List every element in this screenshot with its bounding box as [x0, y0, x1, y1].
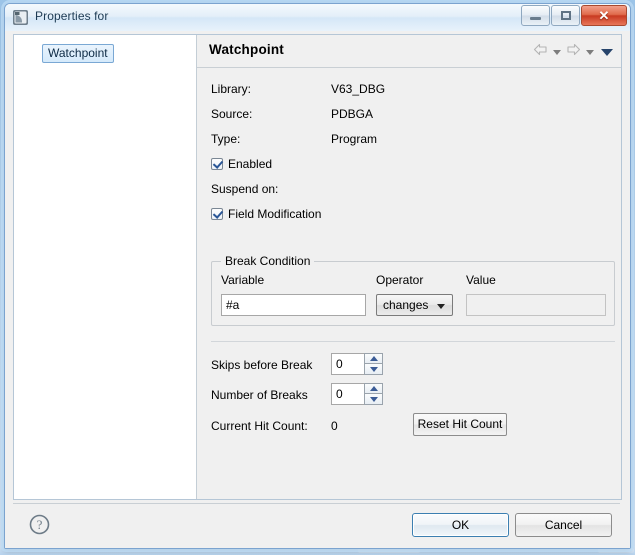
- type-value: Program: [331, 132, 378, 146]
- current-hit-count-value: 0: [331, 419, 338, 433]
- source-label: Source:: [211, 107, 253, 121]
- operator-dropdown-value: changes: [383, 298, 429, 312]
- screen: Properties for ✕ Watchpoint Watchpoint L…: [0, 0, 635, 555]
- field-modification-checkbox[interactable]: [211, 208, 223, 220]
- number-of-breaks-stepper[interactable]: 0: [331, 383, 383, 405]
- dialog-body: Watchpoint Watchpoint Library: V63_DBG S…: [5, 31, 630, 548]
- cancel-button[interactable]: Cancel: [515, 513, 612, 537]
- suspend-on-label: Suspend on:: [211, 182, 279, 196]
- page-header: Watchpoint: [197, 35, 621, 68]
- properties-tree[interactable]: Watchpoint: [14, 35, 197, 499]
- tree-item-watchpoint[interactable]: Watchpoint: [42, 44, 114, 63]
- skips-decrement-button[interactable]: [364, 364, 383, 375]
- breaks-increment-button[interactable]: [364, 383, 383, 394]
- chevron-down-icon: [437, 304, 445, 309]
- section-divider: [211, 341, 615, 342]
- page-title: Watchpoint: [209, 42, 284, 57]
- close-button[interactable]: ✕: [581, 5, 627, 26]
- forward-arrow-icon[interactable]: [566, 43, 581, 61]
- value-column-header: Value: [466, 273, 496, 287]
- dialog-footer: ? OK Cancel: [13, 503, 620, 548]
- skips-stepper-buttons: [364, 353, 383, 375]
- skips-increment-button[interactable]: [364, 353, 383, 364]
- ok-button[interactable]: OK: [412, 513, 509, 537]
- breaks-decrement-button[interactable]: [364, 394, 383, 405]
- break-condition-group: Break Condition Variable Operator Value …: [211, 254, 615, 326]
- enabled-checkbox[interactable]: [211, 158, 223, 170]
- operator-column-header: Operator: [376, 273, 424, 287]
- help-icon[interactable]: ?: [29, 514, 50, 535]
- minimize-button[interactable]: [521, 5, 550, 26]
- enabled-label: Enabled: [228, 157, 273, 171]
- number-of-breaks-input[interactable]: 0: [331, 383, 364, 405]
- watchpoint-form: Library: V63_DBG Source: PDBGA Type: Pro…: [197, 68, 621, 499]
- window-title: Properties for: [35, 9, 109, 23]
- library-label: Library:: [211, 82, 252, 96]
- content-area: Watchpoint Watchpoint Library: V63_DBG S…: [13, 34, 622, 500]
- breaks-stepper-buttons: [364, 383, 383, 405]
- variable-column-header: Variable: [221, 273, 265, 287]
- properties-dialog: Properties for ✕ Watchpoint Watchpoint L…: [4, 3, 631, 549]
- source-value: PDBGA: [331, 107, 374, 121]
- forward-dropdown-icon[interactable]: [586, 49, 594, 55]
- navigation-toolbar: [533, 43, 613, 61]
- operator-dropdown[interactable]: changes: [376, 294, 453, 316]
- reset-hit-count-button[interactable]: Reset Hit Count: [413, 413, 507, 436]
- back-arrow-icon[interactable]: [533, 43, 548, 61]
- library-value: V63_DBG: [331, 82, 386, 96]
- skips-before-break-input[interactable]: 0: [331, 353, 364, 375]
- enabled-checkbox-row[interactable]: Enabled: [211, 157, 272, 171]
- current-hit-count-label: Current Hit Count:: [211, 419, 308, 433]
- minimize-icon: [530, 17, 541, 20]
- title-bar: Properties for ✕: [5, 4, 630, 32]
- skips-before-break-stepper[interactable]: 0: [331, 353, 383, 375]
- number-of-breaks-label: Number of Breaks: [211, 388, 308, 402]
- window-controls: ✕: [521, 5, 627, 26]
- break-condition-legend: Break Condition: [221, 254, 315, 268]
- value-input[interactable]: [466, 294, 606, 316]
- properties-icon: [12, 9, 29, 26]
- svg-text:?: ?: [37, 517, 43, 532]
- watchpoint-page: Watchpoint Library: V63_DBG Source: PDBG…: [197, 35, 621, 499]
- maximize-button[interactable]: [551, 5, 580, 26]
- field-modification-label: Field Modification: [228, 207, 322, 221]
- back-dropdown-icon[interactable]: [553, 49, 561, 55]
- maximize-icon: [560, 11, 571, 20]
- view-menu-icon[interactable]: [601, 48, 613, 56]
- skips-before-break-label: Skips before Break: [211, 358, 313, 372]
- field-modification-checkbox-row[interactable]: Field Modification: [211, 207, 321, 221]
- close-icon: ✕: [598, 8, 610, 23]
- variable-input[interactable]: #a: [221, 294, 366, 316]
- type-label: Type:: [211, 132, 241, 146]
